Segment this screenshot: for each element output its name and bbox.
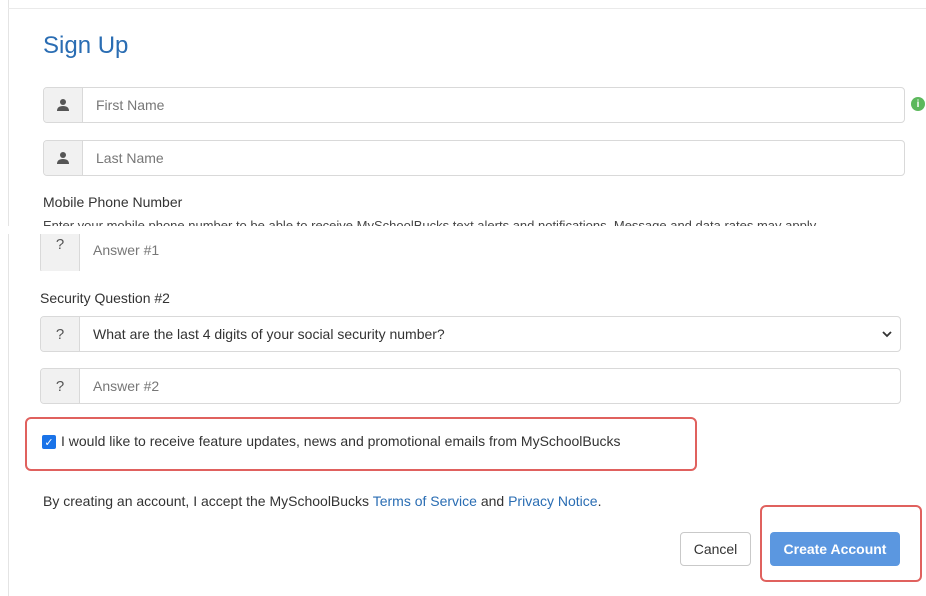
terms-text: By creating an account, I accept the MyS… — [43, 493, 601, 509]
terms-and: and — [480, 493, 505, 509]
security-question-2-select[interactable]: ? What are the last 4 digits of your soc… — [40, 316, 901, 352]
optin-label[interactable]: I would like to receive feature updates,… — [61, 433, 621, 449]
card-border-top — [8, 8, 926, 9]
mobile-phone-label: Mobile Phone Number — [43, 194, 183, 210]
answer2-input[interactable]: Answer #2 — [80, 369, 900, 403]
privacy-notice-link[interactable]: Privacy Notice — [508, 493, 597, 509]
chevron-down-icon[interactable] — [874, 317, 900, 351]
answer2-group: ? Answer #2 — [40, 368, 901, 404]
screenshot-cut — [0, 226, 926, 234]
last-name-group: Last Name — [43, 140, 905, 176]
security-question-2-value: What are the last 4 digits of your socia… — [93, 326, 445, 342]
create-account-button[interactable]: Create Account — [770, 532, 900, 566]
answer1-input[interactable]: Answer #1 — [80, 234, 901, 271]
cancel-button[interactable]: Cancel — [680, 532, 751, 566]
first-name-input[interactable]: First Name — [83, 88, 904, 122]
question-icon: ? — [41, 317, 80, 351]
page-title: Sign Up — [43, 32, 129, 59]
question-icon: ? — [41, 234, 80, 271]
optin-checkbox[interactable]: ✓ — [42, 435, 56, 449]
person-icon — [44, 88, 83, 122]
answer1-clip: ? Answer #1 — [40, 234, 901, 271]
terms-prefix: By creating an account, I accept the MyS… — [43, 493, 370, 509]
answer1-group: ? Answer #1 — [40, 234, 901, 271]
terms-of-service-link[interactable]: Terms of Service — [373, 493, 477, 509]
mobile-help-text: Enter your mobile phone number to be abl… — [43, 219, 819, 226]
last-name-input[interactable]: Last Name — [83, 141, 904, 175]
terms-suffix: . — [597, 493, 602, 509]
person-icon — [44, 141, 83, 175]
question-icon: ? — [41, 369, 80, 403]
info-icon[interactable]: i — [911, 97, 925, 111]
first-name-group: First Name — [43, 87, 905, 123]
card-border — [8, 0, 9, 596]
security-question-2-label: Security Question #2 — [40, 290, 170, 306]
